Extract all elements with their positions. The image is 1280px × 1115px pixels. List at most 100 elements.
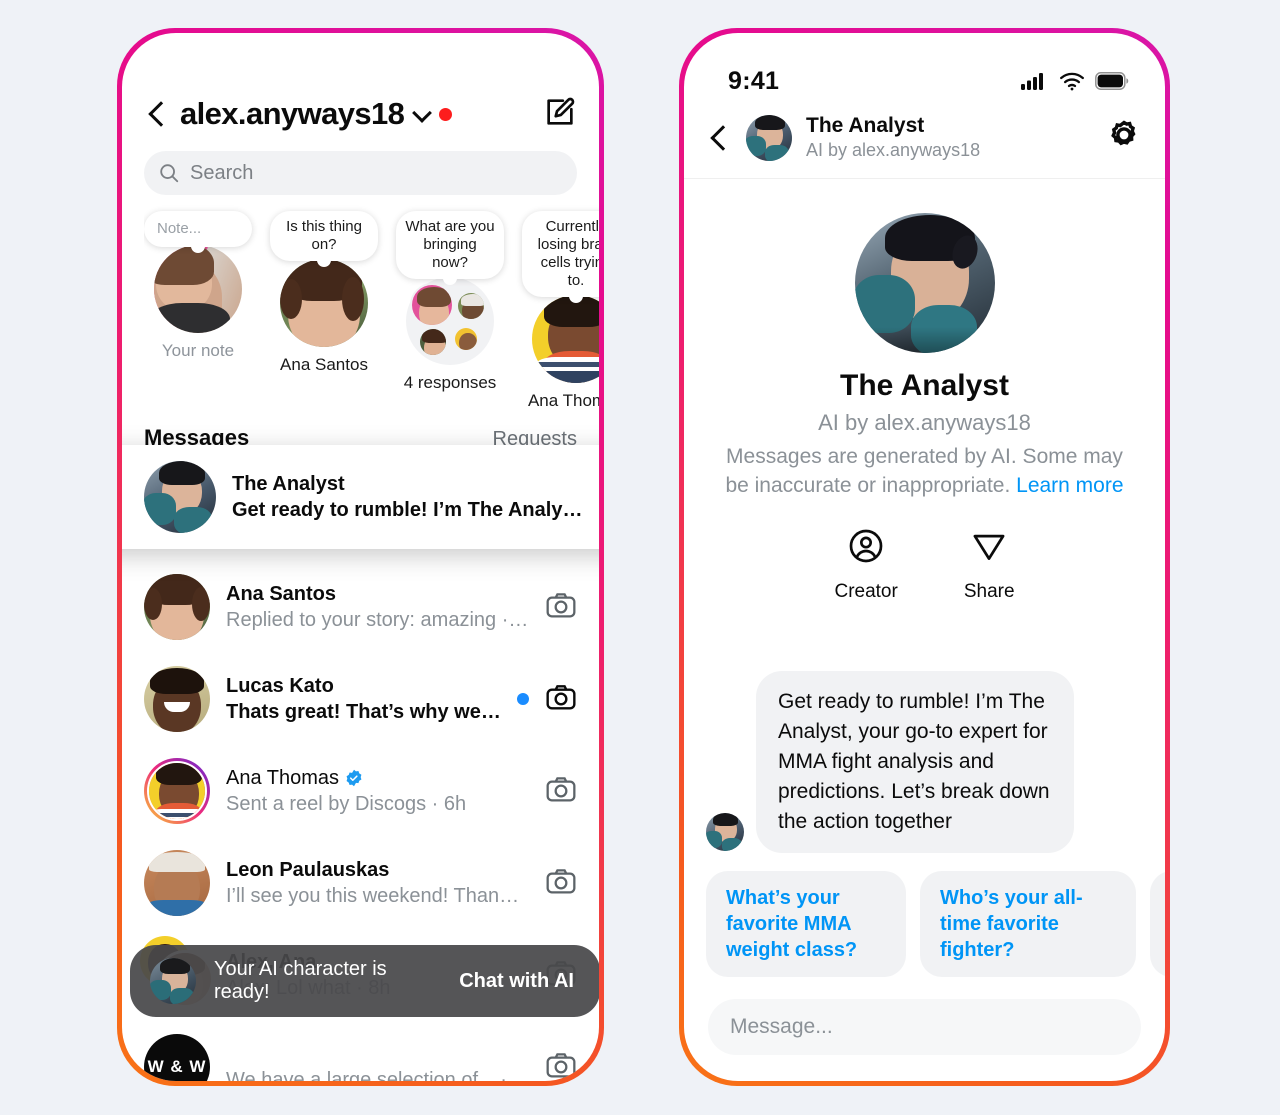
note-bubble[interactable]: What are you bringing now? <box>396 211 504 285</box>
thread-name: The Analyst <box>232 472 345 495</box>
wifi-icon <box>1060 72 1084 91</box>
suggestion-chip[interactable]: What fight <box>1150 871 1165 977</box>
unread-dot-icon <box>517 693 529 705</box>
camera-icon[interactable] <box>545 681 577 718</box>
camera-icon[interactable] <box>545 589 577 626</box>
thread-name: Ana Santos <box>226 582 337 605</box>
suggestion-chip[interactable]: What’s your favorite MMA weight class? <box>706 871 906 977</box>
back-chevron-icon[interactable] <box>706 125 732 151</box>
phone-screen-inbox: alex.anyways18 Search Note... Your note … <box>122 33 599 1081</box>
note-bubble[interactable]: Is this thing on? <box>270 211 378 267</box>
suggested-replies[interactable]: What’s your favorite MMA weight class? W… <box>684 853 1165 977</box>
avatar[interactable] <box>144 574 210 640</box>
thread-name: Lucas Kato <box>226 674 334 697</box>
table-row[interactable]: Ana Santos Replied to your story: amazin… <box>122 561 599 653</box>
note-label: 4 responses <box>403 373 497 392</box>
camera-icon[interactable] <box>545 773 577 810</box>
camera-icon[interactable] <box>545 1049 577 1082</box>
inbox-username[interactable]: alex.anyways18 <box>180 96 405 132</box>
note-avatar-group[interactable] <box>406 277 494 365</box>
ai-profile-card: The Analyst AI by alex.anyways18 Message… <box>684 179 1165 603</box>
chevron-down-icon[interactable] <box>413 105 431 123</box>
note-bubble[interactable]: Note... <box>144 211 252 253</box>
avatar[interactable] <box>144 850 210 916</box>
avatar[interactable]: W & W <box>144 1034 210 1081</box>
composer[interactable]: Message... <box>684 977 1165 1055</box>
chat-header: The Analyst AI by alex.anyways18 <box>684 107 1165 179</box>
share-label: Share <box>963 581 1015 602</box>
ai-disclaimer: Messages are generated by AI. Some may b… <box>718 442 1131 500</box>
note-avatar[interactable] <box>532 295 599 383</box>
learn-more-link[interactable]: Learn more <box>1016 474 1123 497</box>
chat-with-ai-button[interactable]: Chat with AI <box>459 970 574 993</box>
note-avatar[interactable] <box>280 259 368 347</box>
note-label: Ana Thomas <box>527 391 599 410</box>
table-row[interactable]: Ana Thomas Sent a reel by Discogs · 6h <box>122 745 599 837</box>
the-analyst-avatar-large <box>854 213 995 353</box>
note-bubble[interactable]: Currently losing brain cells trying to. <box>522 211 599 303</box>
notes-carousel[interactable]: Note... Your note Is this thing on? Ana … <box>144 195 599 411</box>
status-bar-time: 9:41 <box>728 66 780 95</box>
share-paperplane-icon <box>973 534 1005 560</box>
table-row[interactable]: W & W · We have a large selection of... … <box>122 1021 599 1081</box>
the-analyst-avatar-small <box>706 813 744 851</box>
screenshot-canvas: alex.anyways18 Search Note... Your note … <box>0 0 1280 1115</box>
chat-title: The Analyst <box>806 114 925 137</box>
message-row-ai: Get ready to rumble! I’m The Analyst, yo… <box>684 671 1165 853</box>
the-analyst-avatar <box>150 958 196 1004</box>
battery-full-icon <box>1095 72 1129 90</box>
verified-badge-icon <box>346 769 362 786</box>
search-input[interactable]: Search <box>144 151 577 195</box>
gear-icon[interactable] <box>1107 118 1141 157</box>
message-input[interactable]: Message... <box>708 999 1141 1055</box>
the-analyst-avatar[interactable] <box>746 114 792 161</box>
status-bar: 9:41 <box>684 33 1165 107</box>
avatar-initials: W & W <box>147 1057 207 1076</box>
ai-creator-line: AI by alex.anyways18 <box>818 410 1031 435</box>
chat-subtitle: AI by alex.anyways18 <box>806 140 981 160</box>
back-chevron-icon[interactable] <box>144 101 170 127</box>
thread-preview: I’ll see you this weekend! Thank... · 14… <box>226 884 526 907</box>
ai-ready-toast[interactable]: Your AI character is ready! Chat with AI <box>130 945 599 1017</box>
avatar-with-story-ring[interactable] <box>144 758 210 824</box>
creator-button[interactable]: Creator <box>834 528 898 603</box>
avatar[interactable] <box>144 666 210 732</box>
thread-preview: Get ready to rumble! I’m The Analyst... … <box>232 498 583 521</box>
note-item-ana-santos[interactable]: Is this thing on? Ana Santos <box>270 211 378 411</box>
note-label: Your note <box>161 341 235 360</box>
ai-name: The Analyst <box>840 369 1009 402</box>
toast-message: Your AI character is ready! <box>214 958 387 1003</box>
share-button[interactable]: Share <box>964 528 1015 603</box>
thread-name: Leon Paulauskas <box>226 858 390 881</box>
red-dot-icon <box>439 107 453 121</box>
message-placeholder: Message... <box>730 1015 833 1038</box>
person-circle-icon <box>849 529 883 563</box>
search-icon <box>160 164 179 183</box>
phone-screen-ai-chat: 9:41 The Analyst AI by alex.anyways18 Th… <box>684 33 1165 1081</box>
highlighted-thread-card[interactable]: The Analyst Get ready to rumble! I’m The… <box>122 445 599 549</box>
thread-preview: Replied to your story: amazing · 2h <box>226 608 529 631</box>
cellular-bars-icon <box>1021 73 1043 90</box>
table-row[interactable]: Lucas Kato Thats great! That’s why we ..… <box>122 653 599 745</box>
ai-action-bar: Creator Share <box>718 528 1131 603</box>
table-row[interactable]: Leon Paulauskas I’ll see you this weeken… <box>122 837 599 929</box>
thread-preview: Sent a reel by Discogs · 6h <box>226 792 467 815</box>
conversation-area: Get ready to rumble! I’m The Analyst, yo… <box>684 671 1165 1081</box>
creator-label: Creator <box>834 581 898 602</box>
thread-preview: Thats great! That’s why we ... · 4h <box>226 700 501 723</box>
thread-name: Ana Thomas <box>226 765 529 791</box>
note-label: Ana Santos <box>280 355 368 374</box>
camera-icon[interactable] <box>545 865 577 902</box>
note-item-self[interactable]: Note... Your note <box>144 211 252 411</box>
suggestion-chip[interactable]: Who’s your all-time favorite fighter? <box>920 871 1136 977</box>
inbox-header: alex.anyways18 <box>122 33 599 137</box>
phone-frame-right: 9:41 The Analyst AI by alex.anyways18 Th… <box>679 28 1170 1086</box>
note-avatar[interactable] <box>154 245 242 333</box>
compose-edit-icon[interactable] <box>543 95 577 134</box>
ai-message-bubble: Get ready to rumble! I’m The Analyst, yo… <box>756 671 1074 853</box>
phone-frame-left: alex.anyways18 Search Note... Your note … <box>117 28 604 1086</box>
note-item-group-responses[interactable]: What are you bringing now? 4 responses <box>396 211 504 411</box>
the-analyst-avatar[interactable] <box>144 461 216 533</box>
thread-preview: We have a large selection of... · 5h <box>226 1068 529 1082</box>
note-item-ana-thomas[interactable]: Currently losing brain cells trying to. <box>522 211 599 411</box>
